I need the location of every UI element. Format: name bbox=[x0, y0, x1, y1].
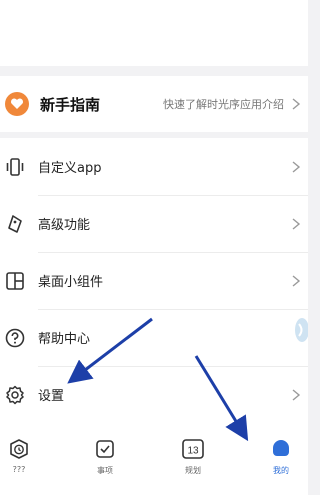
gear-icon bbox=[4, 384, 26, 406]
menu-item-widgets[interactable]: 桌面小组件 bbox=[0, 252, 308, 309]
guide-subtitle: 快速了解时光序应用介绍 bbox=[163, 98, 284, 111]
top-bar bbox=[0, 0, 308, 66]
menu-label: 设置 bbox=[38, 389, 65, 404]
menu-label: 帮助中心 bbox=[38, 332, 91, 347]
chevron-right-icon bbox=[292, 388, 301, 401]
tab-label: 规划 bbox=[185, 466, 201, 475]
tag-icon bbox=[4, 213, 26, 235]
help-circle-icon bbox=[4, 327, 26, 349]
floating-widget-icon[interactable] bbox=[290, 316, 308, 344]
menu-item-settings[interactable]: 设置 bbox=[0, 366, 308, 423]
tab-label: 事项 bbox=[97, 466, 113, 475]
tab-plan[interactable]: 13 规划 bbox=[168, 438, 218, 488]
menu-label: 高级功能 bbox=[38, 218, 91, 233]
widget-grid-icon bbox=[4, 270, 26, 292]
menu-item-customize[interactable]: 自定义app bbox=[0, 138, 308, 195]
tab-label: 我的 bbox=[273, 466, 289, 475]
guide-card[interactable]: 新手指南 快速了解时光序应用介绍 bbox=[0, 76, 308, 132]
tab-tasks[interactable]: 事项 bbox=[80, 438, 130, 488]
chevron-right-icon bbox=[292, 160, 301, 173]
guide-title: 新手指南 bbox=[40, 95, 101, 114]
profile-icon bbox=[273, 440, 289, 456]
heart-icon bbox=[4, 91, 30, 117]
menu-item-advanced[interactable]: 高级功能 bbox=[0, 195, 308, 252]
chevron-right-icon bbox=[292, 274, 301, 287]
menu-card: 自定义app 高级功能 桌面小组件 帮助中心 设置 bbox=[0, 138, 308, 428]
bottom-tab-bar: ??? 事项 13 规划 我的 bbox=[0, 428, 308, 495]
tab-timer[interactable]: ??? bbox=[0, 438, 44, 488]
chevron-right-icon bbox=[292, 98, 301, 110]
menu-label: 桌面小组件 bbox=[38, 275, 104, 290]
guide-row[interactable]: 新手指南 快速了解时光序应用介绍 bbox=[0, 76, 308, 132]
menu-item-help[interactable]: 帮助中心 bbox=[0, 309, 308, 366]
calendar-day-number: 13 bbox=[187, 446, 199, 457]
phone-vibrate-icon bbox=[4, 156, 26, 178]
timer-icon bbox=[10, 439, 28, 459]
calendar-icon: 13 bbox=[182, 439, 204, 459]
menu-label: 自定义app bbox=[38, 161, 102, 176]
checkbox-icon bbox=[96, 440, 114, 458]
tab-label: ??? bbox=[12, 465, 26, 474]
chevron-right-icon bbox=[292, 217, 301, 230]
tab-mine[interactable]: 我的 bbox=[256, 438, 306, 488]
